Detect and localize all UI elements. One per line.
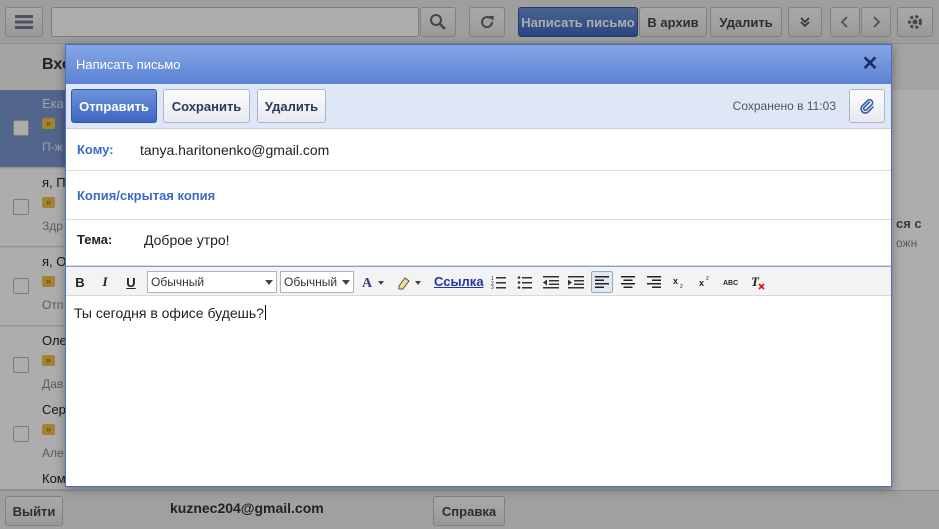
attach-button[interactable] — [849, 89, 885, 123]
italic-button[interactable]: I — [94, 271, 116, 293]
subject-label: Тема: — [77, 232, 113, 247]
align-center-icon — [621, 276, 635, 288]
dialog-header: Написать письмо ✕ — [66, 45, 891, 84]
bullet-list-icon — [517, 276, 532, 289]
svg-text:ABC: ABC — [723, 280, 738, 287]
chevron-down-icon — [342, 280, 350, 285]
align-right-button[interactable] — [643, 271, 665, 293]
subscript-icon: x2 — [673, 276, 683, 289]
highlighter-icon — [398, 277, 421, 290]
spellcheck-button[interactable]: ABC — [721, 271, 743, 293]
to-label[interactable]: Кому: — [77, 142, 114, 157]
compose-toolbar: Отправить Сохранить Удалить Сохранено в … — [66, 84, 891, 129]
svg-text:2: 2 — [706, 276, 709, 282]
clear-formatting-button[interactable]: T — [747, 271, 769, 293]
message-body-content: Ты сегодня в офисе будешь? — [74, 305, 264, 321]
svg-text:3: 3 — [491, 285, 494, 289]
svg-text:A: A — [362, 276, 373, 290]
svg-text:x: x — [699, 278, 704, 288]
subject-input[interactable]: Доброе утро! — [144, 232, 230, 248]
text-caret — [264, 305, 266, 320]
align-right-icon — [647, 276, 661, 288]
saved-status: Сохранено в 11:03 — [732, 99, 836, 113]
cc-bcc-link[interactable]: Копия/скрытая копия — [77, 188, 215, 203]
send-button[interactable]: Отправить — [71, 89, 157, 123]
highlight-color-button[interactable] — [394, 271, 428, 293]
bullet-list-button[interactable] — [514, 271, 536, 293]
compose-dialog: Написать письмо ✕ Отправить Сохранить Уд… — [65, 44, 892, 487]
save-button[interactable]: Сохранить — [163, 89, 250, 123]
outdent-button[interactable] — [540, 271, 562, 293]
message-body-editor[interactable]: Ты сегодня в офисе будешь? — [66, 296, 891, 486]
svg-text:T: T — [751, 274, 760, 289]
dialog-title: Написать письмо — [76, 57, 181, 72]
align-left-icon — [595, 276, 609, 288]
text-color-button[interactable]: A — [360, 271, 390, 293]
insert-link-button[interactable]: Ссылка — [434, 274, 484, 289]
size-select-value: Обычный — [284, 275, 338, 289]
delete-draft-button[interactable]: Удалить — [257, 89, 326, 123]
indent-button[interactable] — [565, 271, 587, 293]
align-center-button[interactable] — [617, 271, 639, 293]
outdent-icon — [543, 276, 559, 289]
chevron-down-icon — [265, 280, 273, 285]
size-select[interactable]: Обычный — [280, 271, 354, 293]
message-body-text: Ты сегодня в офисе будешь? — [74, 305, 266, 321]
close-icon: ✕ — [861, 53, 879, 75]
paperclip-icon — [860, 98, 874, 114]
to-field[interactable]: Кому: tanya.haritonenko@gmail.com — [66, 129, 891, 171]
to-input[interactable]: tanya.haritonenko@gmail.com — [140, 142, 329, 158]
subject-field[interactable]: Тема: Доброе утро! — [66, 220, 891, 266]
numbered-list-button[interactable]: 123 — [488, 271, 510, 293]
align-left-button[interactable] — [591, 271, 613, 293]
numbered-list-icon: 123 — [491, 276, 506, 289]
font-select-value: Обычный — [151, 275, 205, 289]
subscript-button[interactable]: x2 — [669, 271, 691, 293]
clear-formatting-icon: T — [751, 274, 765, 290]
underline-button[interactable]: U — [120, 271, 142, 293]
editor-toolbar: B I U Обычный Обычный A Ссылка 123 x 2 x… — [66, 266, 891, 296]
superscript-icon: x2 — [699, 276, 709, 288]
indent-icon — [568, 276, 584, 289]
superscript-button[interactable]: x2 — [695, 271, 717, 293]
font-select[interactable]: Обычный — [147, 271, 277, 293]
svg-text:x: x — [673, 276, 678, 286]
close-button[interactable]: ✕ — [861, 53, 879, 75]
spellcheck-icon: ABC — [723, 280, 738, 287]
svg-text:2: 2 — [680, 284, 683, 289]
cc-field[interactable]: Копия/скрытая копия — [66, 171, 891, 220]
bold-button[interactable]: B — [69, 271, 91, 293]
text-color-icon: A — [362, 276, 384, 290]
